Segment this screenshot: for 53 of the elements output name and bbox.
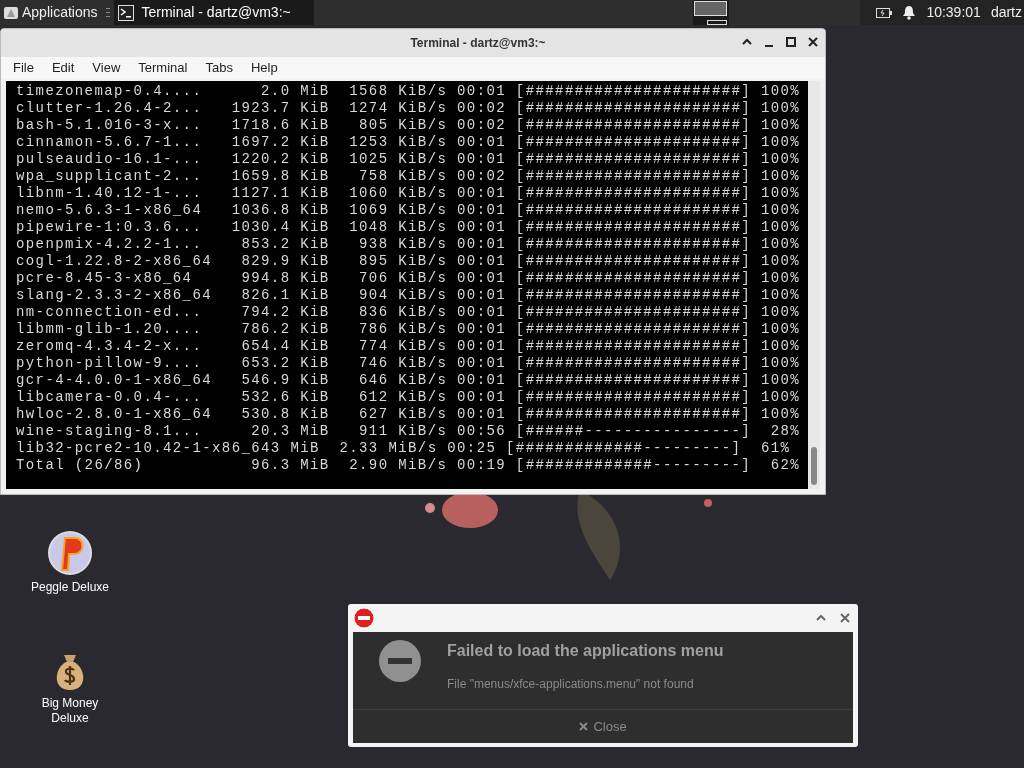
scrollbar-thumb[interactable]: [811, 447, 817, 485]
battery-icon[interactable]: [876, 6, 893, 19]
desktop-icon-label[interactable]: Big Money Deluxe: [30, 696, 110, 726]
terminal-line: python-pillow-9.... 653.2 KiB 746 KiB/s 00:01 [######################] 100%: [16, 355, 801, 372]
terminal-line: nm-connection-ed... 794.2 KiB 836 KiB/s 00:01 [######################] 100%: [16, 304, 801, 321]
menu-item[interactable]: View: [84, 58, 129, 78]
error-icon: [379, 640, 421, 682]
close-button[interactable]: Close: [353, 709, 853, 743]
terminal-line: libnm-1.40.12-1-... 1127.1 KiB 1060 KiB/s 00:01 [######################] 100%: [16, 185, 801, 202]
terminal-line: wpa_supplicant-2... 1659.8 KiB 758 KiB/s 00:02 [######################] 100%: [16, 168, 801, 185]
menu-item[interactable]: Help: [242, 58, 286, 78]
user-name[interactable]: dartz: [990, 2, 1022, 23]
terminal-line: pipewire-1:0.3.6... 1030.4 KiB 1048 KiB/s 00:01 [######################] 100%: [16, 219, 801, 236]
terminal-line: lib32-pcre2-10.42-1-x86_643 MiB 2.33 MiB/s 00:25 [#############---------] 61%: [16, 440, 791, 457]
notification-message: File "menus/xfce-applications.menu" not found: [447, 676, 695, 693]
window-title: Terminal - dartz@vm3:~: [410, 35, 546, 52]
menu-item[interactable]: Tabs: [197, 58, 241, 78]
scrollbar[interactable]: [808, 81, 820, 489]
terminal-line: cinnamon-5.6.7-1... 1697.2 KiB 1253 KiB/s 00:01 [######################] 100%: [16, 134, 801, 151]
terminal-line: clutter-1.26.4-2... 1923.7 KiB 1274 KiB/s 00:02 [######################] 100%: [16, 100, 801, 117]
terminal-icon: [117, 4, 134, 21]
terminal-line: wine-staging-8.1... 20.3 MiB 911 KiB/s 00:56 [######----------------] 28%: [16, 423, 801, 440]
maximize-button[interactable]: [785, 36, 797, 48]
terminal-line: libcamera-0.0.4-... 532.6 KiB 612 KiB/s 00:01 [######################] 100%: [16, 389, 801, 406]
terminal-line: timezonemap-0.4.... 2.0 MiB 1568 KiB/s 00:01 [######################] 100%: [16, 83, 801, 100]
terminal-line: pcre-8.45-3-x86_64 994.8 KiB 706 KiB/s 00:01 [######################] 100%: [16, 270, 801, 287]
terminal-line: bash-5.1.016-3-x... 1718.6 KiB 805 KiB/s 00:02 [######################] 100%: [16, 117, 801, 134]
menu-item[interactable]: Terminal: [130, 58, 196, 78]
error-icon: [353, 607, 375, 629]
peggle-ball-icon[interactable]: [47, 530, 93, 576]
terminal-line: zeromq-4.3.4-2-x... 654.4 KiB 774 KiB/s 00:01 [######################] 100%: [16, 338, 801, 355]
menu-item[interactable]: File: [5, 58, 42, 78]
terminal-line: gcr-4-4.0.0-1-x86_64 546.9 KiB 646 KiB/s 00:01 [######################] 100%: [16, 372, 801, 389]
terminal-line: libmm-glib-1.20.... 786.2 KiB 786 KiB/s 00:01 [######################] 100%: [16, 321, 801, 338]
terminal-line: Total (26/86) 96.3 MiB 2.90 MiB/s 00:19 [#############---------] 62%: [16, 457, 801, 474]
app-menu-icon: [4, 5, 18, 20]
clock[interactable]: 10:39:01: [926, 2, 981, 23]
menu-item[interactable]: Edit: [43, 58, 83, 78]
terminal-line: pulseaudio-16.1-... 1220.2 KiB 1025 KiB/s 00:01 [######################] 100%: [16, 151, 801, 168]
panel-handle-icon: [105, 6, 110, 19]
workspace-switcher-icon[interactable]: [693, 0, 730, 25]
terminal-line: cogl-1.22.8-2-x86_64 829.9 KiB 895 KiB/s 00:01 [######################] 100%: [16, 253, 801, 270]
notification-title: Failed to load the applications menu: [447, 641, 724, 661]
terminal-line: openpmix-4.2.2-1... 853.2 KiB 938 KiB/s 00:01 [######################] 100%: [16, 236, 801, 253]
terminal-line: slang-2.3.3-2-x86_64 826.1 KiB 904 KiB/s 00:01 [######################] 100%: [16, 287, 801, 304]
terminal-line: hwloc-2.8.0-1-x86_64 530.8 KiB 627 KiB/s 00:01 [######################] 100%: [16, 406, 801, 423]
bell-icon[interactable]: [902, 5, 917, 20]
close-button[interactable]: [807, 36, 819, 48]
taskbar-button[interactable]: Terminal - dartz@vm3:~: [113, 0, 314, 25]
desktop-icon-label[interactable]: Peggle Deluxe: [30, 580, 110, 595]
terminal-line: nemo-5.6.3-1-x86_64 1036.8 KiB 1069 KiB/s 00:01 [######################] 100%: [16, 202, 801, 219]
close-icon: [579, 722, 589, 731]
applications-menu-button[interactable]: Applications: [0, 0, 102, 25]
